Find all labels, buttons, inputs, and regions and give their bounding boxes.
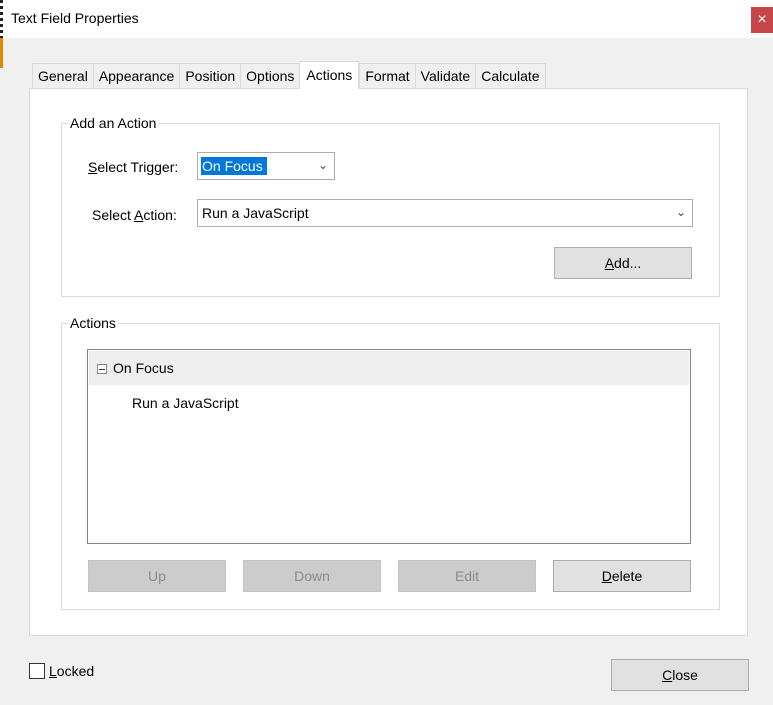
mnemonic: S — [88, 159, 98, 175]
tab-label: Appearance — [98, 68, 175, 84]
select-action-label: Select Action: — [92, 207, 177, 223]
delete-button[interactable]: Delete — [553, 560, 691, 592]
tab-label: Validate — [420, 68, 471, 84]
chevron-down-icon: ⌄ — [317, 158, 329, 172]
tab-validate[interactable]: Validate — [414, 63, 476, 89]
mnemonic: D — [601, 568, 612, 584]
tree-node-label: On Focus — [113, 360, 174, 376]
add-action-group: Add an Action Select Trigger: On Focus ⌄… — [61, 115, 720, 297]
select-trigger-dropdown[interactable]: On Focus ⌄ — [197, 152, 335, 180]
label-text: ocked — [56, 663, 95, 679]
tab-format[interactable]: Format — [359, 63, 415, 89]
select-trigger-value: On Focus — [201, 157, 267, 175]
window-title: Text Field Properties — [11, 10, 139, 26]
tab-label: Position — [185, 68, 236, 84]
close-button[interactable]: Close — [611, 659, 749, 691]
tab-label: General — [38, 68, 88, 84]
minus-box-icon[interactable] — [97, 364, 107, 374]
tab-label: Calculate — [481, 68, 540, 84]
tab-options[interactable]: Options — [240, 63, 300, 89]
tab-label: Format — [365, 68, 410, 84]
add-action-button[interactable]: Add... — [554, 247, 692, 279]
mnemonic: A — [604, 255, 615, 271]
label-text: ction: — [143, 207, 177, 223]
locked-label[interactable]: Locked — [49, 663, 94, 679]
label-text: elect Trigger: — [97, 159, 179, 175]
actions-tab-panel: Add an Action Select Trigger: On Focus ⌄… — [29, 88, 748, 636]
select-trigger-label: Select Trigger: — [88, 159, 178, 175]
window-edge-accent — [0, 38, 3, 68]
locked-checkbox[interactable] — [29, 663, 45, 679]
mnemonic: A — [134, 207, 144, 223]
add-action-group-title: Add an Action — [68, 115, 159, 131]
tab-label: Actions — [306, 67, 353, 83]
tab-label: Options — [246, 68, 295, 84]
tab-appearance[interactable]: Appearance — [92, 63, 180, 89]
select-action-value: Run a JavaScript — [202, 205, 309, 221]
window-close-button[interactable]: × — [751, 7, 773, 33]
button-label: elete — [611, 568, 643, 584]
mnemonic: C — [662, 667, 673, 683]
tab-actions[interactable]: Actions — [299, 61, 360, 89]
tab-calculate[interactable]: Calculate — [475, 63, 546, 89]
window-edge-marker — [0, 0, 3, 38]
label-text: Select — [92, 207, 135, 223]
title-bar: Text Field Properties × — [0, 0, 773, 38]
mnemonic: L — [49, 663, 57, 679]
actions-tree[interactable]: On Focus Run a JavaScript — [87, 349, 691, 544]
tab-general[interactable]: General — [32, 63, 93, 89]
button-label: dd... — [614, 255, 642, 271]
chevron-down-icon: ⌄ — [675, 205, 687, 219]
button-label: lose — [672, 667, 698, 683]
edit-button[interactable]: Edit — [398, 560, 536, 592]
tab-bar: General Appearance Position Options Acti… — [32, 61, 546, 89]
down-button[interactable]: Down — [243, 560, 381, 592]
tree-node-on-focus[interactable]: On Focus — [89, 351, 689, 385]
close-icon: × — [757, 11, 767, 28]
actions-group-title: Actions — [68, 315, 118, 331]
select-action-dropdown[interactable]: Run a JavaScript ⌄ — [197, 199, 693, 227]
tree-child-item[interactable]: Run a JavaScript — [132, 395, 239, 411]
up-button[interactable]: Up — [88, 560, 226, 592]
tab-position[interactable]: Position — [179, 63, 241, 89]
